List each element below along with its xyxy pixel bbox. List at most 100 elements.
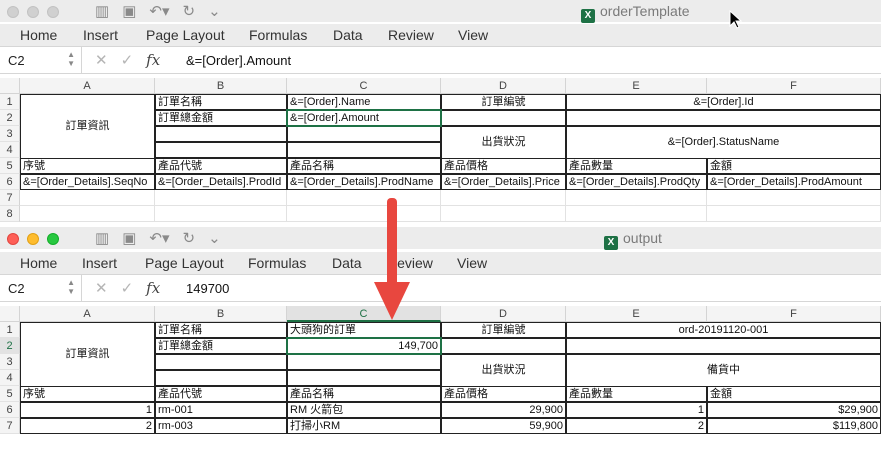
- col-header-f[interactable]: F: [707, 78, 881, 94]
- cell-f8[interactable]: [707, 206, 881, 222]
- row-header-2[interactable]: 2: [0, 338, 20, 354]
- row-header-7[interactable]: 7: [0, 190, 20, 206]
- cell-d3[interactable]: 出貨狀況: [441, 126, 566, 159]
- cell-e2[interactable]: [566, 110, 881, 126]
- cell-e5[interactable]: 產品數量: [566, 386, 707, 402]
- col-header-f[interactable]: F: [707, 306, 881, 322]
- cell-e5[interactable]: 產品數量: [566, 158, 707, 174]
- row-header-5[interactable]: 5: [0, 158, 20, 174]
- cell-b7[interactable]: rm-003: [155, 418, 287, 434]
- function-icon[interactable]: fx: [146, 51, 160, 69]
- cell-b6[interactable]: rm-001: [155, 402, 287, 418]
- save-icon[interactable]: ▣: [122, 2, 136, 20]
- col-header-b[interactable]: B: [155, 78, 287, 94]
- tab-view[interactable]: View: [458, 27, 488, 43]
- row-header-4[interactable]: 4: [0, 142, 20, 158]
- col-header-a[interactable]: A: [20, 78, 155, 94]
- cell-e1[interactable]: ord-20191120-001: [566, 322, 881, 338]
- tab-formulas[interactable]: Formulas: [249, 27, 307, 43]
- cell-d7[interactable]: 59,900: [441, 418, 566, 434]
- cell-c1[interactable]: 大頭狗的訂單: [287, 322, 441, 338]
- cell-a6[interactable]: &=[Order_Details].SeqNo: [20, 174, 155, 190]
- cell-b3[interactable]: [155, 126, 287, 142]
- row-header-2[interactable]: 2: [0, 110, 20, 126]
- cancel-icon[interactable]: ✕: [95, 51, 108, 69]
- tab-page-layout[interactable]: Page Layout: [146, 27, 225, 43]
- cell-c2[interactable]: &=[Order].Amount: [286, 109, 442, 127]
- cell-a5[interactable]: 序號: [20, 158, 155, 174]
- cell-d5[interactable]: 產品價格: [441, 158, 566, 174]
- cell-f6[interactable]: &=[Order_Details].ProdAmount: [707, 174, 881, 190]
- col-header-a[interactable]: A: [20, 306, 155, 322]
- redo-icon[interactable]: ↻: [182, 2, 195, 20]
- cell-b7[interactable]: [155, 190, 287, 206]
- cell-a7[interactable]: [20, 190, 155, 206]
- cell-b5[interactable]: 產品代號: [155, 158, 287, 174]
- cell-c8[interactable]: [287, 206, 441, 222]
- tab-home[interactable]: Home: [20, 27, 57, 43]
- cell-f5[interactable]: 金額: [707, 158, 881, 174]
- sidebar-icon[interactable]: ▥: [95, 2, 109, 20]
- row-header-6[interactable]: 6: [0, 402, 20, 418]
- row-header-8[interactable]: 8: [0, 206, 20, 222]
- name-box[interactable]: C2 ▲ ▼: [0, 275, 82, 301]
- close-button[interactable]: [7, 233, 19, 245]
- cell-d2[interactable]: [441, 110, 566, 126]
- cell-a6[interactable]: 1: [20, 402, 155, 418]
- redo-icon[interactable]: ↻: [182, 229, 195, 247]
- select-all-corner[interactable]: [0, 306, 20, 322]
- col-header-e[interactable]: E: [566, 78, 707, 94]
- cell-a7[interactable]: 2: [20, 418, 155, 434]
- undo-icon[interactable]: ↶▾: [149, 2, 169, 20]
- cell-e2[interactable]: [566, 338, 881, 354]
- cell-c4[interactable]: [287, 370, 441, 386]
- cell-c4[interactable]: [287, 142, 441, 158]
- cell-b3[interactable]: [155, 354, 287, 370]
- row-header-4[interactable]: 4: [0, 370, 20, 386]
- cell-f7[interactable]: [707, 190, 881, 206]
- cell-b6[interactable]: &=[Order_Details].ProdId: [155, 174, 287, 190]
- cell-c5[interactable]: 產品名稱: [287, 158, 441, 174]
- row-header-3[interactable]: 3: [0, 354, 20, 370]
- cancel-icon[interactable]: ✕: [95, 279, 108, 297]
- tab-review[interactable]: Review: [388, 27, 434, 43]
- minimize-button[interactable]: [27, 233, 39, 245]
- confirm-icon[interactable]: ✓: [121, 279, 134, 297]
- cell-e6[interactable]: &=[Order_Details].ProdQty: [566, 174, 707, 190]
- cell-e3[interactable]: 備貨中: [566, 354, 881, 387]
- row-header-1[interactable]: 1: [0, 94, 20, 110]
- tab-data[interactable]: Data: [332, 255, 362, 271]
- cell-e6[interactable]: 1: [566, 402, 707, 418]
- zoom-button[interactable]: [47, 6, 59, 18]
- col-header-c[interactable]: C: [287, 78, 441, 94]
- customize-icon[interactable]: ⌄: [208, 229, 221, 247]
- cell-e1[interactable]: &=[Order].Id: [566, 94, 881, 110]
- confirm-icon[interactable]: ✓: [121, 51, 134, 69]
- cell-d8[interactable]: [441, 206, 566, 222]
- cell-e7[interactable]: 2: [566, 418, 707, 434]
- tab-insert[interactable]: Insert: [82, 255, 117, 271]
- cell-b1[interactable]: 訂單名稱: [155, 94, 287, 110]
- row-header-5[interactable]: 5: [0, 386, 20, 402]
- cell-c7[interactable]: 打掃小RM: [287, 418, 441, 434]
- cell-c6[interactable]: RM 火箭包: [287, 402, 441, 418]
- row-header-3[interactable]: 3: [0, 126, 20, 142]
- cell-c3[interactable]: [287, 354, 441, 370]
- customize-icon[interactable]: ⌄: [208, 2, 221, 20]
- cell-c6[interactable]: &=[Order_Details].ProdName: [287, 174, 441, 190]
- name-box[interactable]: C2 ▲ ▼: [0, 47, 82, 73]
- zoom-button[interactable]: [47, 233, 59, 245]
- tab-page-layout[interactable]: Page Layout: [145, 255, 224, 271]
- cell-c3[interactable]: [287, 126, 441, 142]
- col-header-e[interactable]: E: [566, 306, 707, 322]
- name-box-stepper-icon[interactable]: ▲ ▼: [67, 50, 75, 68]
- cell-b1[interactable]: 訂單名稱: [155, 322, 287, 338]
- row-header-1[interactable]: 1: [0, 322, 20, 338]
- cell-f5[interactable]: 金額: [707, 386, 881, 402]
- cell-d5[interactable]: 產品價格: [441, 386, 566, 402]
- name-box-stepper-icon[interactable]: ▲ ▼: [67, 278, 75, 296]
- cell-c1[interactable]: &=[Order].Name: [287, 94, 441, 110]
- cell-a8[interactable]: [20, 206, 155, 222]
- cell-b2[interactable]: 訂單總金額: [155, 110, 287, 126]
- cell-d6[interactable]: 29,900: [441, 402, 566, 418]
